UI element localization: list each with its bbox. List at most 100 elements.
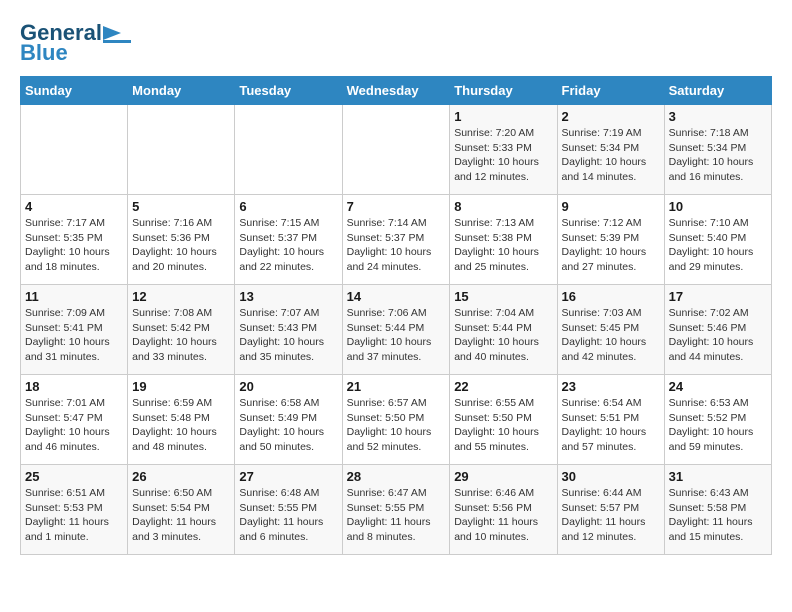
day-info: Sunrise: 7:01 AM Sunset: 5:47 PM Dayligh…: [25, 396, 123, 455]
calendar-day-cell: [128, 105, 235, 195]
day-number: 20: [239, 379, 337, 394]
day-number: 19: [132, 379, 230, 394]
day-number: 12: [132, 289, 230, 304]
day-of-week-header: Monday: [128, 77, 235, 105]
calendar-day-cell: [21, 105, 128, 195]
day-info: Sunrise: 7:12 AM Sunset: 5:39 PM Dayligh…: [562, 216, 660, 275]
calendar-table: SundayMondayTuesdayWednesdayThursdayFrid…: [20, 76, 772, 555]
calendar-day-cell: 5 Sunrise: 7:16 AM Sunset: 5:36 PM Daylig…: [128, 195, 235, 285]
day-number: 15: [454, 289, 552, 304]
day-info: Sunrise: 7:02 AM Sunset: 5:46 PM Dayligh…: [669, 306, 767, 365]
calendar-day-cell: 26 Sunrise: 6:50 AM Sunset: 5:54 PM Dayli…: [128, 465, 235, 555]
day-number: 10: [669, 199, 767, 214]
day-of-week-header: Thursday: [450, 77, 557, 105]
calendar-day-cell: 12 Sunrise: 7:08 AM Sunset: 5:42 PM Dayli…: [128, 285, 235, 375]
day-number: 13: [239, 289, 337, 304]
day-number: 14: [347, 289, 446, 304]
calendar-day-cell: 7 Sunrise: 7:14 AM Sunset: 5:37 PM Daylig…: [342, 195, 450, 285]
calendar-day-cell: 29 Sunrise: 6:46 AM Sunset: 5:56 PM Dayli…: [450, 465, 557, 555]
day-number: 17: [669, 289, 767, 304]
day-info: Sunrise: 7:03 AM Sunset: 5:45 PM Dayligh…: [562, 306, 660, 365]
day-number: 25: [25, 469, 123, 484]
day-number: 18: [25, 379, 123, 394]
calendar-day-cell: 20Sunrise: 6:58 AM Sunset: 5:49 PM Dayli…: [235, 375, 342, 465]
day-info: Sunrise: 6:43 AM Sunset: 5:58 PM Dayligh…: [669, 486, 767, 545]
day-info: Sunrise: 7:14 AM Sunset: 5:37 PM Dayligh…: [347, 216, 446, 275]
day-info: Sunrise: 7:07 AM Sunset: 5:43 PM Dayligh…: [239, 306, 337, 365]
calendar-day-cell: 6 Sunrise: 7:15 AM Sunset: 5:37 PM Daylig…: [235, 195, 342, 285]
day-info: Sunrise: 7:17 AM Sunset: 5:35 PM Dayligh…: [25, 216, 123, 275]
calendar-day-cell: 28Sunrise: 6:47 AM Sunset: 5:55 PM Dayli…: [342, 465, 450, 555]
day-info: Sunrise: 7:06 AM Sunset: 5:44 PM Dayligh…: [347, 306, 446, 365]
day-info: Sunrise: 6:59 AM Sunset: 5:48 PM Dayligh…: [132, 396, 230, 455]
day-number: 2: [562, 109, 660, 124]
calendar-day-cell: 25 Sunrise: 6:51 AM Sunset: 5:53 PM Dayli…: [21, 465, 128, 555]
day-of-week-header: Sunday: [21, 77, 128, 105]
calendar-week-row: 1 Sunrise: 7:20 AM Sunset: 5:33 PM Daylig…: [21, 105, 772, 195]
day-info: Sunrise: 6:48 AM Sunset: 5:55 PM Dayligh…: [239, 486, 337, 545]
day-info: Sunrise: 6:47 AM Sunset: 5:55 PM Dayligh…: [347, 486, 446, 545]
day-number: 3: [669, 109, 767, 124]
calendar-day-cell: 3 Sunrise: 7:18 AM Sunset: 5:34 PM Daylig…: [664, 105, 771, 195]
day-info: Sunrise: 7:09 AM Sunset: 5:41 PM Dayligh…: [25, 306, 123, 365]
calendar-header-row: SundayMondayTuesdayWednesdayThursdayFrid…: [21, 77, 772, 105]
calendar-day-cell: 19 Sunrise: 6:59 AM Sunset: 5:48 PM Dayli…: [128, 375, 235, 465]
day-info: Sunrise: 6:46 AM Sunset: 5:56 PM Dayligh…: [454, 486, 552, 545]
calendar-day-cell: 27 Sunrise: 6:48 AM Sunset: 5:55 PM Dayli…: [235, 465, 342, 555]
calendar-day-cell: 18 Sunrise: 7:01 AM Sunset: 5:47 PM Dayli…: [21, 375, 128, 465]
calendar-day-cell: 21 Sunrise: 6:57 AM Sunset: 5:50 PM Dayli…: [342, 375, 450, 465]
calendar-day-cell: 14 Sunrise: 7:06 AM Sunset: 5:44 PM Dayli…: [342, 285, 450, 375]
logo: General Blue: [20, 20, 131, 66]
logo-blue: Blue: [20, 40, 68, 66]
day-number: 29: [454, 469, 552, 484]
day-number: 9: [562, 199, 660, 214]
day-info: Sunrise: 7:15 AM Sunset: 5:37 PM Dayligh…: [239, 216, 337, 275]
page-header: General Blue: [20, 20, 772, 66]
calendar-day-cell: 23 Sunrise: 6:54 AM Sunset: 5:51 PM Dayli…: [557, 375, 664, 465]
calendar-day-cell: 22 Sunrise: 6:55 AM Sunset: 5:50 PM Dayli…: [450, 375, 557, 465]
day-number: 7: [347, 199, 446, 214]
logo-icon: [103, 22, 131, 44]
day-info: Sunrise: 7:20 AM Sunset: 5:33 PM Dayligh…: [454, 126, 552, 185]
day-number: 1: [454, 109, 552, 124]
day-info: Sunrise: 6:54 AM Sunset: 5:51 PM Dayligh…: [562, 396, 660, 455]
day-info: Sunrise: 7:19 AM Sunset: 5:34 PM Dayligh…: [562, 126, 660, 185]
day-number: 27: [239, 469, 337, 484]
day-of-week-header: Wednesday: [342, 77, 450, 105]
day-number: 31: [669, 469, 767, 484]
calendar-day-cell: 30Sunrise: 6:44 AM Sunset: 5:57 PM Dayli…: [557, 465, 664, 555]
calendar-week-row: 18 Sunrise: 7:01 AM Sunset: 5:47 PM Dayli…: [21, 375, 772, 465]
day-number: 23: [562, 379, 660, 394]
day-of-week-header: Friday: [557, 77, 664, 105]
day-number: 6: [239, 199, 337, 214]
day-info: Sunrise: 6:44 AM Sunset: 5:57 PM Dayligh…: [562, 486, 660, 545]
calendar-day-cell: 24Sunrise: 6:53 AM Sunset: 5:52 PM Dayli…: [664, 375, 771, 465]
calendar-day-cell: 17 Sunrise: 7:02 AM Sunset: 5:46 PM Dayli…: [664, 285, 771, 375]
calendar-day-cell: 15 Sunrise: 7:04 AM Sunset: 5:44 PM Dayli…: [450, 285, 557, 375]
day-info: Sunrise: 7:13 AM Sunset: 5:38 PM Dayligh…: [454, 216, 552, 275]
calendar-day-cell: 9 Sunrise: 7:12 AM Sunset: 5:39 PM Daylig…: [557, 195, 664, 285]
day-info: Sunrise: 6:55 AM Sunset: 5:50 PM Dayligh…: [454, 396, 552, 455]
day-number: 5: [132, 199, 230, 214]
day-info: Sunrise: 7:04 AM Sunset: 5:44 PM Dayligh…: [454, 306, 552, 365]
day-info: Sunrise: 6:51 AM Sunset: 5:53 PM Dayligh…: [25, 486, 123, 545]
day-info: Sunrise: 6:57 AM Sunset: 5:50 PM Dayligh…: [347, 396, 446, 455]
day-info: Sunrise: 6:53 AM Sunset: 5:52 PM Dayligh…: [669, 396, 767, 455]
day-info: Sunrise: 7:16 AM Sunset: 5:36 PM Dayligh…: [132, 216, 230, 275]
calendar-day-cell: 31 Sunrise: 6:43 AM Sunset: 5:58 PM Dayli…: [664, 465, 771, 555]
day-number: 22: [454, 379, 552, 394]
day-number: 21: [347, 379, 446, 394]
calendar-day-cell: 4 Sunrise: 7:17 AM Sunset: 5:35 PM Daylig…: [21, 195, 128, 285]
day-number: 4: [25, 199, 123, 214]
day-number: 11: [25, 289, 123, 304]
calendar-day-cell: [342, 105, 450, 195]
calendar-day-cell: 16Sunrise: 7:03 AM Sunset: 5:45 PM Dayli…: [557, 285, 664, 375]
day-info: Sunrise: 7:08 AM Sunset: 5:42 PM Dayligh…: [132, 306, 230, 365]
calendar-week-row: 4 Sunrise: 7:17 AM Sunset: 5:35 PM Daylig…: [21, 195, 772, 285]
day-info: Sunrise: 6:50 AM Sunset: 5:54 PM Dayligh…: [132, 486, 230, 545]
day-number: 26: [132, 469, 230, 484]
day-info: Sunrise: 7:10 AM Sunset: 5:40 PM Dayligh…: [669, 216, 767, 275]
day-of-week-header: Saturday: [664, 77, 771, 105]
day-info: Sunrise: 7:18 AM Sunset: 5:34 PM Dayligh…: [669, 126, 767, 185]
calendar-week-row: 25 Sunrise: 6:51 AM Sunset: 5:53 PM Dayli…: [21, 465, 772, 555]
